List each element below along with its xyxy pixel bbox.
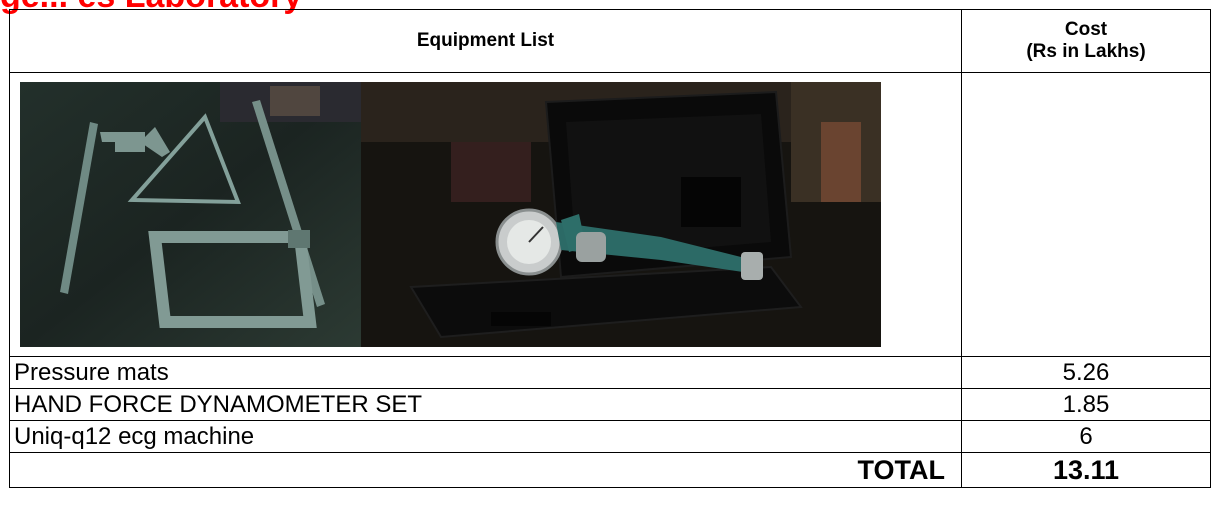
item-name: Uniq-q12 ecg machine [9,420,962,453]
item-name: HAND FORCE DYNAMOMETER SET [9,388,962,421]
table-row: Uniq-q12 ecg machine 6 [9,420,1211,453]
hand-dynamometer-case-photo [361,82,881,347]
table-row: Pressure mats 5.26 [9,356,1211,389]
item-cost: 6 [961,420,1211,453]
item-name: Pressure mats [9,356,962,389]
cost-header: Cost (Rs in Lakhs) [961,9,1211,73]
total-row: TOTAL 13.11 [9,452,1211,488]
total-value: 13.11 [961,452,1211,488]
equipment-table: Equipment List Cost (Rs in Lakhs) Pressu… [9,9,1211,488]
empty-cost-cell [961,72,1211,357]
equipment-photos-cell [9,72,962,357]
anthropometer-calipers-photo [20,82,361,347]
cost-header-line2: (Rs in Lakhs) [1026,41,1146,62]
image-row [9,72,1211,357]
item-cost: 1.85 [961,388,1211,421]
item-cost: 5.26 [961,356,1211,389]
equipment-list-header: Equipment List [9,9,962,73]
cost-header-line1: Cost [1064,19,1108,40]
total-label: TOTAL [9,452,962,488]
table-header-row: Equipment List Cost (Rs in Lakhs) [9,9,1211,73]
table-row: HAND FORCE DYNAMOMETER SET 1.85 [9,388,1211,421]
